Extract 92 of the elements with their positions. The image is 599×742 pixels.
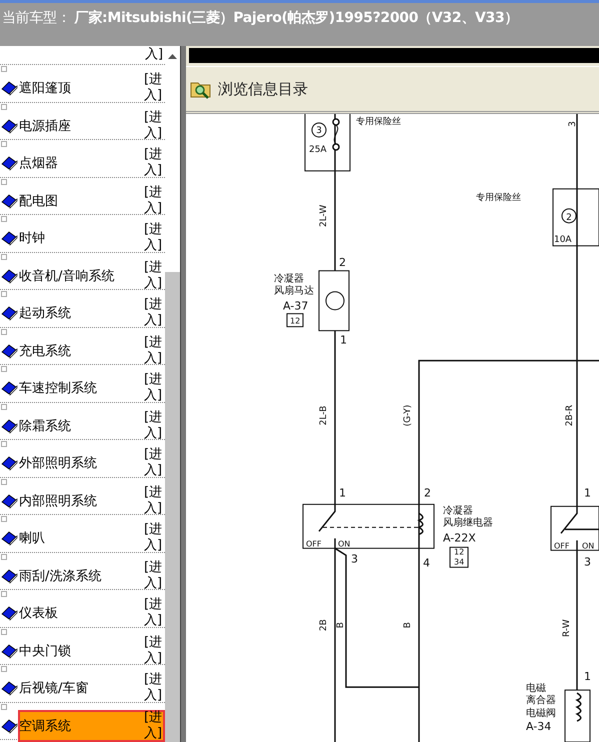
diagram-label: 2 — [424, 486, 431, 500]
small-square-icon — [1, 328, 7, 334]
diagram-label: 专用保险丝 — [476, 192, 522, 203]
small-square-icon — [1, 104, 7, 110]
enter-link[interactable]: [进入] — [144, 408, 162, 442]
diagram-label: 离合器 — [526, 695, 556, 706]
small-square-icon — [1, 291, 7, 297]
diagram-label: A-37 — [283, 300, 308, 313]
sidebar-item[interactable]: 车速控制系统 [进入] — [18, 372, 165, 404]
diagram-label: (G-Y) — [403, 404, 413, 426]
small-square-icon — [1, 216, 7, 222]
sidebar-item[interactable]: 后视镜/车窗 [进入] — [18, 672, 165, 704]
small-square-icon — [1, 666, 7, 672]
small-square-icon — [1, 366, 7, 372]
sidebar-item[interactable]: 内部照明系统 [进入] — [18, 484, 165, 516]
sidebar-item[interactable]: 空调系统 [进入] — [18, 710, 165, 742]
enter-link[interactable]: [进入] — [144, 258, 162, 292]
diagram-label: 2 — [339, 256, 346, 269]
small-square-icon — [1, 516, 7, 522]
small-square-icon — [1, 178, 7, 184]
diagram-label: 3 — [316, 126, 322, 136]
diagram-label: R-W — [562, 619, 572, 637]
enter-link[interactable]: [进入] — [144, 484, 162, 518]
sidebar-item[interactable]: 起动系统 [进入] — [18, 297, 165, 329]
enter-link[interactable]: [进入] — [144, 521, 162, 555]
enter-link[interactable]: [进入] — [144, 634, 162, 668]
diagram-label: 风扇继电器 — [443, 517, 494, 528]
sidebar-item[interactable]: 配电图 [进入] — [18, 184, 165, 216]
diagram-label: 专用保险丝 — [356, 117, 402, 127]
sidebar-item[interactable]: 遮阳篷顶 [进入] — [18, 72, 165, 104]
small-square-icon — [1, 254, 7, 260]
diagram-label: 2B — [319, 619, 329, 632]
small-square-icon — [1, 554, 7, 560]
sidebar-item[interactable]: 除霜系统 [进入] — [18, 410, 165, 442]
diagram-label: 2B-R — [565, 404, 575, 426]
sidebar-item[interactable]: 收音机/音响系统 [进入] — [18, 260, 165, 292]
toolbar-title: 浏览信息目录 — [218, 80, 308, 98]
enter-link[interactable]: [进入] — [144, 146, 162, 180]
enter-link[interactable]: [进入] — [144, 108, 162, 142]
enter-link[interactable]: [进入] — [144, 596, 162, 630]
diagram-label: 1 — [584, 670, 591, 684]
sidebar-item[interactable]: 喇叭 [进入] — [18, 522, 165, 554]
sidebar-item[interactable]: 雨刮/洗涤系统 [进入] — [18, 560, 165, 592]
diagram-label: 2 — [566, 212, 572, 223]
sidebar-item[interactable]: 充电系统 [进入] — [18, 334, 165, 366]
diagram-label: 1 — [584, 486, 591, 500]
diagram-label: 风扇马达 — [274, 286, 314, 297]
diagram-label: 冷凝器 — [443, 505, 474, 516]
small-square-icon — [1, 404, 7, 410]
diagram-label: 3 — [351, 552, 358, 566]
sidebar-item[interactable]: 仪表板 [进入] — [18, 597, 165, 629]
sidebar-item[interactable]: 点烟器 [进入] — [18, 147, 165, 179]
diagram-label: 4 — [423, 556, 430, 570]
diagram-label: 1 — [339, 486, 346, 500]
diagram-label: 3 — [568, 121, 578, 127]
diagram-label: 2L-B — [319, 406, 329, 426]
enter-link[interactable]: [进入] — [144, 446, 162, 480]
diagram-label: A-34 — [526, 720, 552, 734]
sidebar-item[interactable]: 时钟 [进入] — [18, 222, 165, 254]
diagram-label: 1 — [340, 334, 347, 347]
diagram-label: 电磁阀 — [526, 708, 556, 720]
diagram-label: 冷凝器 — [274, 274, 304, 285]
diagram-label: 3 — [584, 555, 591, 568]
diagram-label: B — [336, 622, 346, 628]
enter-link[interactable]: [进入] — [144, 184, 162, 218]
enter-link[interactable]: [进入] — [144, 671, 162, 705]
sidebar-item[interactable]: 中央门锁 [进入] — [18, 634, 165, 666]
enter-link[interactable]: [进入] — [144, 71, 162, 105]
sidebar-item[interactable]: 电源插座 [进入] — [18, 110, 165, 142]
enter-link[interactable]: [进入] — [144, 558, 162, 592]
small-square-icon — [1, 591, 7, 597]
diagram-label: 电磁 — [526, 683, 546, 694]
small-square-icon — [1, 704, 7, 710]
small-square-icon — [1, 628, 7, 634]
enter-link[interactable]: 入] — [145, 46, 163, 64]
small-square-icon — [1, 441, 7, 447]
sidebar-item[interactable]: 外部照明系统 [进入] — [18, 447, 165, 479]
enter-link[interactable]: [进入] — [144, 708, 162, 742]
enter-link[interactable]: [进入] — [144, 221, 162, 255]
small-square-icon — [1, 478, 7, 484]
diagram-label: 25A — [309, 144, 327, 155]
diagram-label: B — [403, 622, 413, 628]
small-square-icon — [1, 66, 7, 72]
enter-link[interactable]: [进入] — [144, 296, 162, 330]
diagram-label: 2L-W — [319, 204, 329, 227]
small-square-icon — [1, 141, 7, 147]
vehicle-title: 当前车型： 厂家:Mitsubishi(三菱）Pajero(帕杰罗)1995?2000（V32、V33） — [2, 10, 518, 26]
enter-link[interactable]: [进入] — [144, 334, 162, 368]
scrollbar-thumb[interactable] — [165, 272, 180, 742]
diagram-label: A-22X — [443, 531, 476, 544]
enter-link[interactable]: [进入] — [144, 371, 162, 405]
diagram-label: 10A — [554, 234, 572, 245]
